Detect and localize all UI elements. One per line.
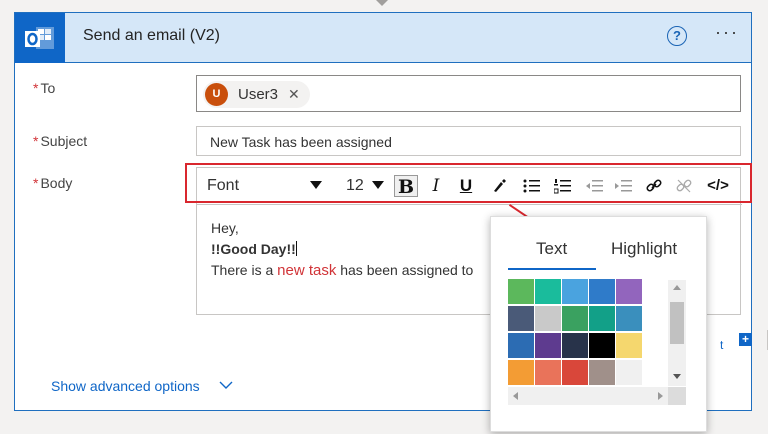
tab-highlight[interactable]: Highlight: [611, 239, 677, 259]
add-dynamic-content-icon[interactable]: +: [739, 333, 752, 346]
color-picker-popup: Text Highlight: [490, 216, 707, 432]
scroll-thumb[interactable]: [670, 302, 684, 344]
scroll-down-icon[interactable]: [673, 374, 681, 379]
recipient-name: User3: [238, 86, 279, 103]
body-content[interactable]: Hey, !!Good Day!! There is a new task ha…: [211, 218, 473, 281]
tab-text[interactable]: Text: [536, 239, 567, 259]
color-swatch[interactable]: [535, 333, 561, 358]
avatar: U: [205, 83, 228, 106]
recipient-chip[interactable]: U User3 ✕: [203, 81, 310, 108]
scroll-right-icon[interactable]: [658, 392, 663, 400]
canvas: Send an email (V2) ? ··· * To U User3 ✕ *…: [0, 0, 768, 434]
text-cursor: [295, 241, 297, 256]
active-tab-indicator: [508, 268, 596, 270]
color-swatch[interactable]: [616, 306, 642, 331]
connector-arrow-icon: [376, 0, 388, 6]
color-swatch[interactable]: [562, 333, 588, 358]
color-swatch[interactable]: [508, 279, 534, 304]
required-mark: *: [33, 80, 39, 96]
subject-label-text: Subject: [40, 133, 88, 149]
remove-recipient-icon[interactable]: ✕: [288, 86, 300, 103]
required-mark: *: [33, 133, 39, 149]
outlook-icon: [15, 13, 65, 63]
color-swatch[interactable]: [589, 360, 615, 385]
vertical-scrollbar[interactable]: [668, 280, 686, 386]
scroll-left-icon[interactable]: [513, 392, 518, 400]
color-swatch[interactable]: [616, 333, 642, 358]
required-mark: *: [33, 175, 39, 191]
card-title: Send an email (V2): [83, 27, 220, 44]
color-swatch[interactable]: [535, 279, 561, 304]
body-line-bold-text: !!Good Day!!: [211, 241, 296, 257]
horizontal-scrollbar[interactable]: [508, 387, 668, 405]
body-label-text: Body: [40, 175, 73, 191]
side-panel-edge: [756, 330, 768, 350]
color-swatch[interactable]: [562, 360, 588, 385]
subject-value: New Task has been assigned: [210, 134, 392, 150]
color-swatch[interactable]: [535, 306, 561, 331]
show-advanced-options-link[interactable]: Show advanced options: [51, 378, 200, 394]
color-swatch[interactable]: [562, 306, 588, 331]
color-swatch[interactable]: [508, 333, 534, 358]
color-swatch[interactable]: [589, 306, 615, 331]
color-swatch[interactable]: [589, 279, 615, 304]
color-swatch[interactable]: [589, 333, 615, 358]
card-header[interactable]: Send an email (V2) ? ···: [15, 13, 751, 63]
color-swatch[interactable]: [508, 360, 534, 385]
subject-field[interactable]: New Task has been assigned: [196, 126, 741, 156]
subject-label: * Subject: [33, 133, 87, 149]
color-swatch[interactable]: [562, 279, 588, 304]
scroll-up-icon[interactable]: [673, 285, 681, 290]
to-label: * To: [33, 80, 55, 96]
scrollbar-corner: [668, 387, 686, 405]
chevron-down-icon[interactable]: [219, 377, 233, 395]
body-line-greeting: Hey,: [211, 220, 239, 236]
color-swatch[interactable]: [508, 306, 534, 331]
color-swatch[interactable]: [535, 360, 561, 385]
more-options-icon[interactable]: ···: [715, 22, 739, 43]
add-dynamic-content-link[interactable]: t: [720, 338, 723, 352]
body-line-bold: !!Good Day!!: [211, 239, 473, 260]
to-field[interactable]: U User3 ✕: [196, 75, 741, 112]
to-label-text: To: [40, 80, 56, 96]
body-text-colored: new task: [277, 262, 337, 279]
body-line-message: There is a new task has been assigned to: [211, 260, 473, 281]
body-label: * Body: [33, 175, 72, 191]
color-swatch[interactable]: [616, 360, 642, 385]
toolbar-highlight: [185, 163, 752, 203]
color-swatch[interactable]: [616, 279, 642, 304]
body-text-before: There is a: [211, 262, 278, 278]
body-text-after: has been assigned to: [336, 262, 474, 278]
help-icon[interactable]: ?: [667, 26, 687, 46]
